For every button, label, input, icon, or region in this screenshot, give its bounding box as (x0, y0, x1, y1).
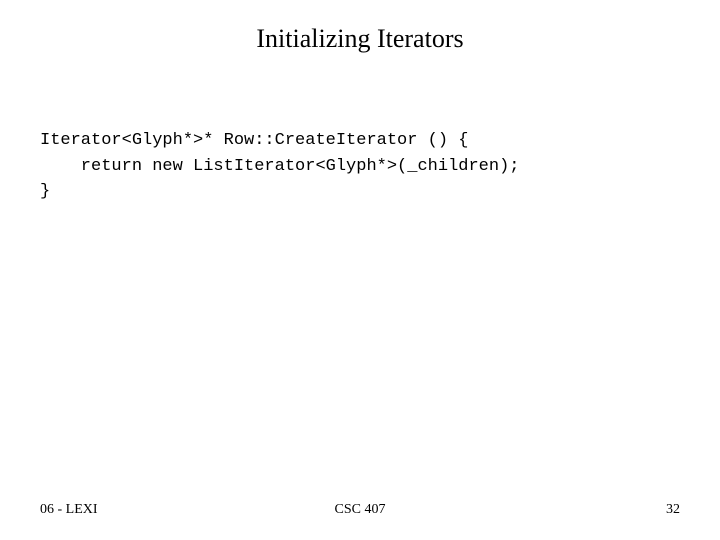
code-block: Iterator<Glyph*>* Row::CreateIterator ()… (40, 128, 680, 205)
footer-center: CSC 407 (0, 502, 720, 518)
footer-right: 32 (666, 502, 680, 518)
code-line-1: Iterator<Glyph*>* Row::CreateIterator ()… (40, 131, 468, 150)
slide-title: Initializing Iterators (0, 24, 720, 54)
code-line-3: } (40, 182, 50, 201)
code-line-2: return new ListIterator<Glyph*>(_childre… (40, 157, 519, 176)
slide: Initializing Iterators Iterator<Glyph*>*… (0, 0, 720, 540)
